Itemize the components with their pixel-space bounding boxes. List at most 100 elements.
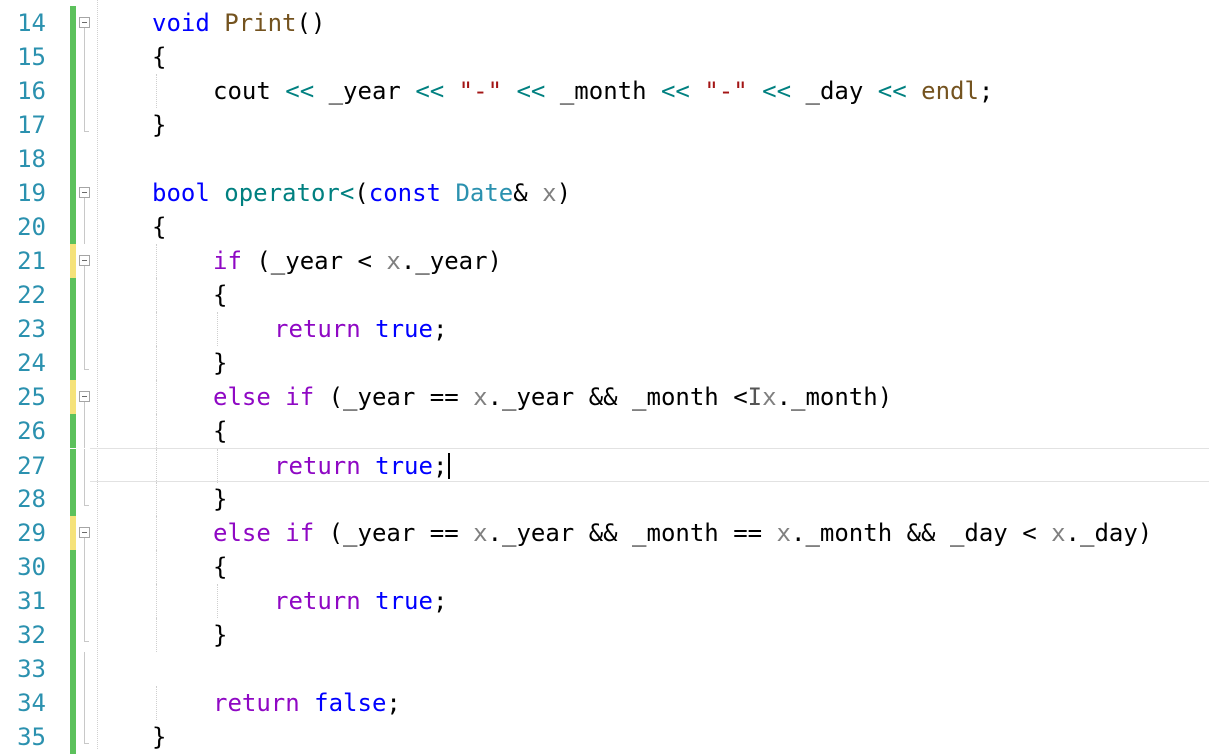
- code-line[interactable]: 32}: [0, 618, 1209, 652]
- code-text: {: [152, 214, 166, 240]
- fold-guide: [84, 346, 89, 370]
- code-token: ;: [432, 452, 448, 480]
- code-token: ): [556, 179, 572, 207]
- code-token: {: [152, 43, 167, 71]
- code-token: if: [285, 383, 315, 411]
- code-line[interactable]: 21 if (_year < x._year): [0, 244, 1209, 278]
- code-text: {: [213, 554, 227, 580]
- fold-guide: [84, 402, 85, 414]
- fold-guide: [84, 618, 89, 642]
- code-text: }: [152, 724, 166, 750]
- line-number: 14: [17, 9, 46, 37]
- line-number: 23: [17, 315, 46, 343]
- change-marker: [70, 584, 76, 618]
- code-line[interactable]: 25 else if (_year == x._year && _month <I…: [0, 380, 1209, 414]
- fold-guide: [84, 720, 89, 744]
- code-text: return true;: [274, 452, 451, 480]
- indent-guide: [156, 550, 157, 584]
- code-text: void Print(): [152, 10, 325, 36]
- line-number: 24: [17, 349, 46, 377]
- line-number: 19: [17, 179, 46, 207]
- change-marker: [70, 74, 76, 108]
- fold-guide: [84, 266, 85, 278]
- code-line[interactable]: 26 {: [0, 414, 1209, 448]
- code-line[interactable]: 30 {: [0, 550, 1209, 584]
- fold-guide: [84, 28, 85, 40]
- code-line[interactable]: 34 return false;: [0, 686, 1209, 720]
- code-line[interactable]: 14 void Print(): [0, 6, 1209, 40]
- change-marker: [70, 278, 76, 312]
- code-line[interactable]: 23 return true;: [0, 312, 1209, 346]
- line-number: 16: [17, 77, 46, 105]
- code-line[interactable]: 20 {: [0, 210, 1209, 244]
- line-number: 25: [17, 383, 46, 411]
- code-line[interactable]: 31 return true;: [0, 584, 1209, 618]
- indent-guide: [156, 584, 157, 618]
- collapse-icon[interactable]: [79, 391, 90, 402]
- code-line[interactable]: 29 else if (_year == x._year && _month ==…: [0, 516, 1209, 550]
- code-token: ._year): [400, 247, 503, 275]
- code-token: bool: [152, 179, 210, 207]
- code-line[interactable]: 27 return true;: [17, 448, 1209, 483]
- fold-guide: [84, 686, 85, 720]
- code-token: {: [152, 213, 167, 241]
- code-token: return: [213, 689, 300, 717]
- fold-guide: [84, 40, 85, 74]
- line-number: 22: [17, 281, 46, 309]
- line-number: 20: [17, 213, 46, 241]
- change-marker: [70, 414, 76, 448]
- code-token: (): [296, 9, 326, 37]
- code-token: return: [274, 315, 361, 343]
- fold-guide: [84, 312, 85, 346]
- collapse-icon[interactable]: [79, 17, 90, 28]
- fold-guide: [84, 550, 85, 584]
- code-token: if: [213, 247, 242, 275]
- collapse-icon[interactable]: [79, 527, 90, 538]
- line-number: 17: [17, 111, 46, 139]
- code-token: ._month && _day <: [791, 519, 1052, 547]
- code-text: }: [213, 622, 227, 648]
- code-token: <<: [877, 77, 907, 105]
- code-token: (_year ==: [314, 383, 474, 411]
- code-line[interactable]: 15 {: [0, 40, 1209, 74]
- collapse-icon[interactable]: [79, 187, 90, 198]
- code-token: }: [152, 111, 167, 139]
- code-text: return true;: [274, 588, 447, 614]
- code-editor[interactable]: 14 void Print() 15{16 cout << _year << "-" …: [0, 0, 1209, 754]
- text-caret: [448, 453, 451, 479]
- change-marker: [70, 380, 76, 414]
- indent-guide: [156, 449, 157, 483]
- code-token: (_year <: [241, 247, 387, 275]
- code-line[interactable]: 33: [0, 652, 1209, 686]
- code-line[interactable]: 16 cout << _year << "-" << _month << "-" …: [0, 74, 1209, 108]
- code-line[interactable]: 24}: [0, 346, 1209, 380]
- code-token: ;: [432, 315, 448, 343]
- change-marker: [70, 618, 76, 652]
- code-line[interactable]: 28}: [0, 482, 1209, 516]
- code-token: ._year && _month ==: [487, 519, 777, 547]
- code-line[interactable]: 19 bool operator<(const Date& x): [0, 176, 1209, 210]
- code-token: Print: [224, 9, 297, 37]
- collapse-icon[interactable]: [79, 255, 90, 266]
- code-line[interactable]: 22 {: [0, 278, 1209, 312]
- code-text: {: [213, 418, 227, 444]
- code-line[interactable]: 17}: [0, 108, 1209, 142]
- line-number: 27: [17, 452, 46, 480]
- code-line[interactable]: 18: [0, 142, 1209, 176]
- code-token: operator<: [224, 179, 355, 207]
- change-marker: [70, 482, 76, 516]
- indent-guide: [156, 74, 157, 108]
- change-marker: [70, 312, 76, 346]
- indent-guide: [217, 312, 218, 346]
- fold-guide: [84, 210, 85, 244]
- code-token: <<: [660, 77, 690, 105]
- code-token: true: [375, 315, 433, 343]
